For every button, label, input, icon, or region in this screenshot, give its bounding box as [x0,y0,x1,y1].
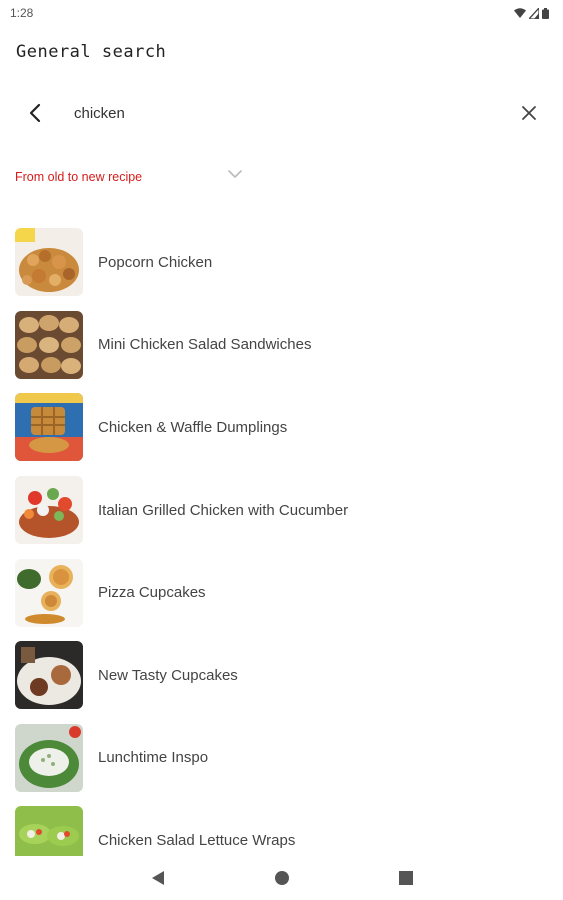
sort-dropdown[interactable]: From old to new recipe [15,166,255,188]
recipe-title: Chicken Salad Lettuce Wraps [98,831,296,849]
recipe-list-item[interactable]: Mini Chicken Salad Sandwiches [0,304,563,387]
circle-home-icon [274,871,289,885]
recipe-list-item[interactable]: Chicken Salad Lettuce Wraps [0,799,563,858]
recipe-thumbnail [15,806,83,858]
recipe-thumbnail [15,228,83,297]
recipe-thumbnail [15,393,83,462]
recipe-list: Popcorn Chicken Mini Chicken Salad Sandw… [0,221,563,858]
recipe-title: Italian Grilled Chicken with Cucumber [98,501,349,519]
recipe-list-item[interactable]: Popcorn Chicken [0,221,563,304]
recipe-title: Lunchtime Inspo [98,749,209,767]
recipe-list-item[interactable]: Pizza Cupcakes [0,551,563,634]
recipe-title: Mini Chicken Salad Sandwiches [98,336,312,354]
recipe-list-item[interactable]: Italian Grilled Chicken with Cucumber [0,469,563,552]
recipe-title: Chicken & Waffle Dumplings [98,418,288,436]
recipe-thumbnail [15,310,83,379]
square-recents-icon [398,871,413,885]
wifi-icon [514,7,526,18]
chevron-left-icon [29,103,41,123]
system-nav-bar [0,856,563,900]
signal-icon [529,7,539,19]
recipe-thumbnail [15,723,83,792]
recipe-list-item[interactable]: New Tasty Cupcakes [0,634,563,717]
search-bar [0,90,563,136]
recipe-thumbnail [15,641,83,710]
recipe-list-item[interactable]: Chicken & Waffle Dumplings [0,386,563,469]
recipe-title: Popcorn Chicken [98,253,213,271]
close-icon [522,106,536,120]
nav-recents-button[interactable] [394,866,418,890]
status-icons [514,7,549,19]
chevron-down-icon [228,170,242,178]
sort-label: From old to new recipe [15,170,143,184]
status-time: 1:28 [10,6,34,20]
battery-icon [542,7,549,19]
recipe-title: New Tasty Cupcakes [98,666,238,684]
page-title: General search [16,42,167,62]
back-button[interactable] [20,98,50,128]
search-input[interactable] [74,100,494,126]
recipe-list-item[interactable]: Lunchtime Inspo [0,717,563,800]
nav-back-button[interactable] [146,866,170,890]
recipe-title: Pizza Cupcakes [98,584,206,602]
recipe-thumbnail [15,558,83,627]
triangle-back-icon [151,871,164,885]
clear-search-button[interactable] [514,98,544,128]
status-bar: 1:28 [0,0,563,26]
recipe-thumbnail [15,476,83,545]
nav-home-button[interactable] [270,866,294,890]
